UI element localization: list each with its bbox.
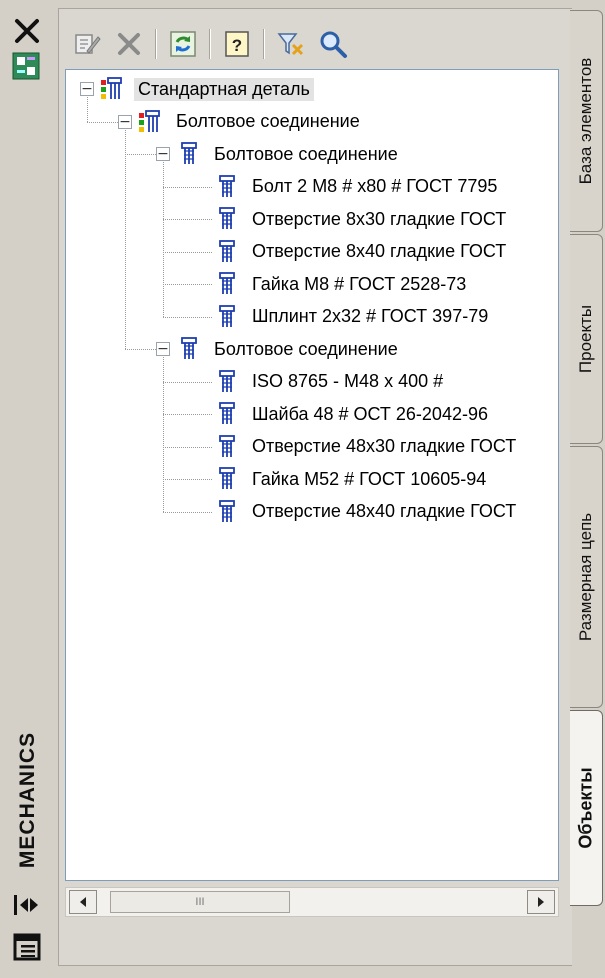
collapse-icon[interactable]: − <box>118 114 132 129</box>
tree-connector <box>163 316 212 318</box>
palette-titlebar: MECHANICS <box>0 0 58 978</box>
part-icon <box>176 336 202 362</box>
part-icon <box>214 499 240 525</box>
scrollbar-thumb[interactable]: III <box>110 891 290 913</box>
tree-node-label: Отверстие 48x40 гладкие ГОСТ <box>252 501 517 521</box>
tree-node[interactable]: Шайба 48 # ОСТ 26-2042-96 <box>194 399 492 429</box>
tree-connector <box>163 219 212 220</box>
toolbar: ? <box>69 21 559 67</box>
tab-projects[interactable]: Проекты <box>570 234 603 444</box>
tree-node[interactable]: − Стандартная деталь <box>80 74 314 104</box>
properties-icon[interactable] <box>12 52 40 80</box>
horizontal-scrollbar[interactable]: III <box>65 887 559 917</box>
tree-connector <box>163 446 212 448</box>
tree-node-label: Отверстие 8x30 гладкие ГОСТ <box>252 208 507 229</box>
tree-node-label: Отверстие 8x40 гладкие ГОСТ <box>252 241 507 261</box>
tree-node[interactable]: − Болтовое соединение <box>156 334 402 364</box>
tree-connector <box>87 97 88 122</box>
tab-label: База элементов <box>576 57 595 185</box>
toolbar-separator <box>263 29 265 59</box>
tree-node-label: Болтовое соединение <box>214 143 398 164</box>
tree-node-label: ISO 8765 - M48 x 400 # <box>252 371 444 391</box>
tree-node[interactable]: Отверстие 8x30 гладкие ГОСТ <box>194 204 510 234</box>
tab-label: Размерная цепь <box>576 512 595 642</box>
object-tree[interactable]: − Стандартная деталь − Болтовое соединение −… <box>65 69 559 881</box>
autohide-icon[interactable] <box>10 892 44 918</box>
collapse-icon[interactable]: − <box>156 342 170 356</box>
tree-connector <box>87 121 118 123</box>
tree-connector <box>163 479 212 480</box>
tree-node[interactable]: Болт 2 M8 # x80 # ГОСТ 7795 <box>194 172 501 202</box>
scroll-right-icon[interactable] <box>527 890 555 914</box>
refresh-icon[interactable] <box>165 26 201 62</box>
collapse-icon[interactable]: − <box>80 82 94 96</box>
tree-connector <box>163 186 212 188</box>
tab-dimension-chain[interactable]: Размерная цепь <box>570 446 603 708</box>
tree-connector <box>125 154 156 155</box>
part-icon <box>214 401 240 427</box>
part-icon <box>214 369 240 395</box>
toolbar-separator <box>209 29 211 59</box>
tree-connector <box>125 129 126 349</box>
tree-connector <box>163 414 212 415</box>
tree-node-label: Болт 2 M8 # x80 # ГОСТ 7795 <box>252 176 498 196</box>
tree-connector <box>125 349 156 350</box>
edit-icon[interactable] <box>69 26 105 62</box>
tree-connector <box>163 284 212 285</box>
part-icon <box>214 434 240 460</box>
scroll-left-icon[interactable] <box>69 890 97 914</box>
assembly-color-icon <box>100 76 126 102</box>
menu-icon[interactable] <box>10 930 44 964</box>
tab-elements-base[interactable]: База элементов <box>570 10 603 232</box>
part-icon <box>214 239 240 265</box>
tree-node[interactable]: Гайка M52 # ГОСТ 10605-94 <box>194 464 490 494</box>
part-icon <box>214 174 240 200</box>
tree-node[interactable]: ISO 8765 - M48 x 400 # <box>194 367 447 397</box>
tree-node[interactable]: − Болтовое соединение <box>118 107 364 137</box>
tree-node-label: Стандартная деталь <box>134 77 314 101</box>
tree-node[interactable]: Отверстие 48x40 гладкие ГОСТ <box>194 497 520 527</box>
delete-icon[interactable] <box>111 26 147 62</box>
part-icon <box>214 304 240 330</box>
tree-node-label: Отверстие 48x30 гладкие ГОСТ <box>252 436 517 456</box>
svg-text:?: ? <box>232 36 242 55</box>
tree-node[interactable]: Гайка M8 # ГОСТ 2528-73 <box>194 269 470 299</box>
palette-brand-label: MECHANICS <box>16 731 39 869</box>
part-icon <box>214 466 240 492</box>
tree-node[interactable]: Отверстие 8x40 гладкие ГОСТ <box>194 237 510 267</box>
part-icon <box>176 141 202 167</box>
tree-node[interactable]: Шплинт 2x32 # ГОСТ 397-79 <box>194 302 492 332</box>
tree-node-label: Гайка M8 # ГОСТ 2528-73 <box>252 273 467 294</box>
tree-node[interactable]: − Болтовое соединение <box>156 139 402 169</box>
assembly-color-icon <box>138 109 164 135</box>
part-icon <box>214 206 240 232</box>
palette-tabs: База элементов Проекты Размерная цепь Об… <box>570 0 605 978</box>
tree-node-label: Шайба 48 # ОСТ 26-2042-96 <box>252 403 488 424</box>
tree-connector <box>163 381 212 383</box>
scrollbar-grip: III <box>195 896 205 908</box>
tree-connector <box>163 162 164 317</box>
toolbar-separator <box>155 29 157 59</box>
tab-label: Объекты <box>575 767 596 849</box>
tree-connector <box>163 357 164 512</box>
tab-label: Проекты <box>576 304 595 374</box>
filter-icon[interactable] <box>273 26 309 62</box>
tab-objects[interactable]: Объекты <box>570 710 603 906</box>
help-icon[interactable]: ? <box>219 26 255 62</box>
tree-node-label: Шплинт 2x32 # ГОСТ 397-79 <box>252 306 489 326</box>
tree-connector <box>163 251 212 253</box>
objects-panel: ? − Стандартная деталь − Болтовое соединени… <box>58 8 572 966</box>
tree-node-label: Болтовое соединение <box>214 338 398 359</box>
tree-node[interactable]: Отверстие 48x30 гладкие ГОСТ <box>194 432 520 462</box>
search-icon[interactable] <box>315 26 351 62</box>
tree-node-label: Болтовое соединение <box>176 111 360 131</box>
part-icon <box>214 271 240 297</box>
collapse-icon[interactable]: − <box>156 147 170 161</box>
tree-connector <box>163 511 212 513</box>
close-icon[interactable] <box>10 14 44 48</box>
tree-node-label: Гайка M52 # ГОСТ 10605-94 <box>252 468 487 489</box>
